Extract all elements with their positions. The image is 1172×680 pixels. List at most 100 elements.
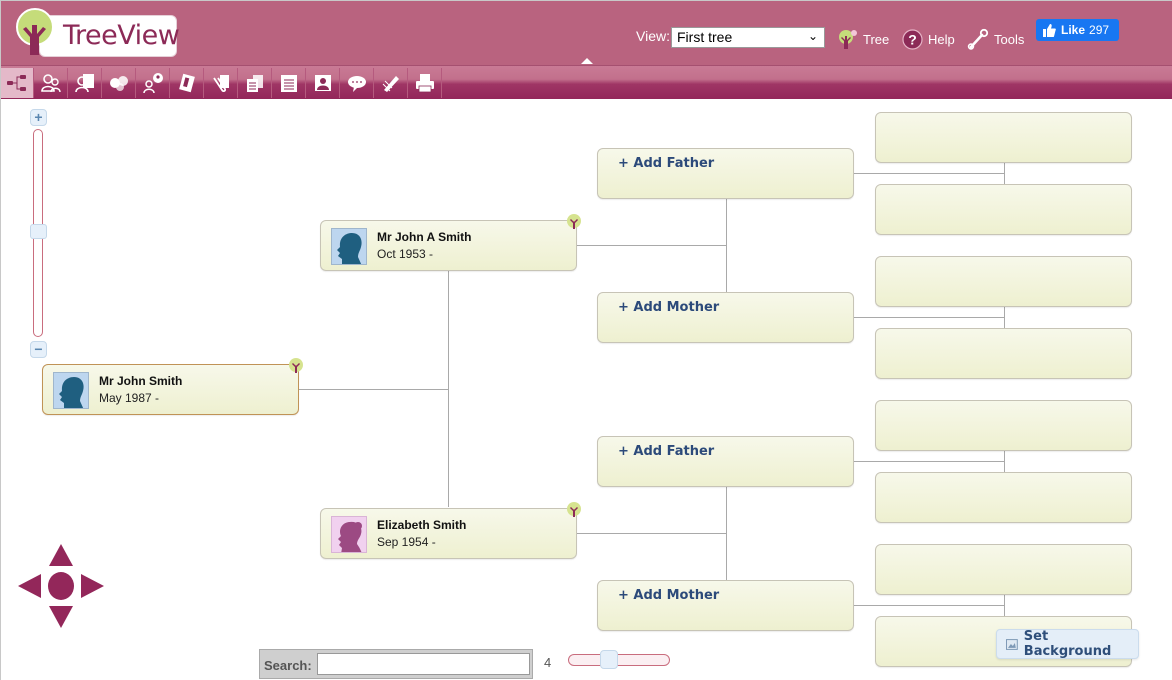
person-dates: Oct 1953 -	[377, 247, 434, 261]
connector-line	[854, 173, 1004, 174]
toolbar-people[interactable]	[35, 68, 68, 98]
tree-badge-icon[interactable]	[288, 358, 304, 374]
connector-line	[854, 317, 1004, 318]
connector-line	[1004, 451, 1005, 472]
empty-ancestor-slot[interactable]	[875, 328, 1132, 379]
toolbar-tree-chart[interactable]	[1, 68, 34, 98]
chevron-down-icon: ⌄	[807, 29, 818, 43]
notepad-icon	[281, 75, 297, 92]
add-paternal-grandfather[interactable]: + Add Father	[597, 148, 854, 199]
help-link[interactable]: ? Help	[902, 27, 955, 51]
person-name: Mr John A Smith	[377, 230, 472, 244]
toolbar-families[interactable]	[103, 68, 136, 98]
toolbar-print[interactable]	[409, 68, 442, 98]
view-select[interactable]: First tree ⌄	[671, 27, 825, 48]
facebook-like-button[interactable]: Like 297	[1036, 19, 1119, 41]
toolbar-documents[interactable]	[239, 68, 272, 98]
help-link-label: Help	[928, 31, 955, 47]
connector-line	[726, 199, 727, 292]
toolbar-notes[interactable]	[273, 68, 306, 98]
connector-line	[854, 461, 1004, 462]
header-bar: TreeView View: First tree ⌄ Tree ? Help	[1, 1, 1172, 65]
pan-center-icon[interactable]	[48, 572, 74, 600]
set-background-label: Set Background	[1023, 629, 1112, 659]
toolbar-comments[interactable]	[341, 68, 374, 98]
empty-ancestor-slot[interactable]	[875, 112, 1132, 163]
printer-icon	[416, 74, 434, 93]
tools-link[interactable]: Tools	[967, 27, 1024, 51]
set-background-button[interactable]: Set Background	[996, 629, 1139, 659]
media-icon	[179, 73, 195, 93]
add-maternal-grandmother[interactable]: + Add Mother	[597, 580, 854, 631]
connector-line	[726, 487, 727, 580]
families-icon	[110, 76, 128, 91]
tree-logo-icon	[16, 8, 54, 55]
pan-left-icon[interactable]	[18, 574, 41, 598]
treeview-logo[interactable]: TreeView	[13, 7, 180, 59]
toolbar-media[interactable]	[171, 68, 204, 98]
view-label: View:	[636, 28, 670, 44]
tree-canvas[interactable]: Mr John Smith May 1987 - Mr John A Smith…	[1, 99, 1172, 680]
connector-line	[299, 389, 448, 390]
thumbs-up-icon	[1043, 23, 1056, 37]
paperclip-icon	[213, 75, 229, 92]
add-maternal-grandfather[interactable]: + Add Father	[597, 436, 854, 487]
person-dates: May 1987 -	[99, 391, 160, 405]
person-card-father[interactable]: Mr John A Smith Oct 1953 -	[320, 214, 581, 271]
toolbar-attachments[interactable]	[205, 68, 238, 98]
tools-link-label: Tools	[994, 31, 1025, 47]
add-mother-label: + Add Mother	[618, 588, 720, 603]
add-mother-label: + Add Mother	[618, 300, 720, 315]
zoom-out-button[interactable]: −	[30, 341, 47, 358]
connector-line	[1004, 307, 1005, 328]
tree-link[interactable]: Tree	[836, 27, 889, 51]
tree-chart-icon	[7, 75, 26, 91]
female-silhouette-icon	[331, 516, 367, 553]
svg-text:?: ?	[908, 31, 917, 47]
tree-icon	[839, 30, 857, 49]
male-silhouette-icon	[331, 228, 367, 265]
generations-slider-track[interactable]	[568, 654, 670, 666]
toolbar-edit[interactable]	[375, 68, 408, 98]
search-panel: Search:	[259, 649, 533, 679]
empty-ancestor-slot[interactable]	[875, 400, 1132, 451]
view-select-value: First tree	[677, 29, 733, 45]
help-icon: ?	[902, 28, 923, 50]
logo-text: TreeView	[63, 20, 180, 51]
add-father-label: + Add Father	[618, 156, 715, 171]
toolbar-person-details[interactable]	[69, 68, 102, 98]
pan-right-icon[interactable]	[81, 574, 104, 598]
toolbar-add-person[interactable]	[137, 68, 170, 98]
person-name: Mr John Smith	[99, 374, 183, 388]
portrait-icon	[315, 75, 331, 91]
like-label: Like	[1061, 23, 1086, 37]
person-card-root[interactable]: Mr John Smith May 1987 -	[42, 358, 303, 415]
empty-ancestor-slot[interactable]	[875, 256, 1132, 307]
like-count: 297	[1089, 23, 1110, 37]
search-input[interactable]	[317, 653, 530, 675]
person-dates: Sep 1954 -	[377, 535, 436, 549]
speech-bubble-icon	[348, 76, 366, 92]
zoom-slider-handle[interactable]	[30, 223, 47, 239]
add-father-label: + Add Father	[618, 444, 715, 459]
search-label: Search:	[264, 658, 312, 673]
empty-ancestor-slot[interactable]	[875, 472, 1132, 523]
zoom-in-button[interactable]: +	[30, 109, 47, 126]
tree-badge-icon[interactable]	[566, 502, 582, 518]
connector-line	[1004, 595, 1005, 616]
connector-line	[448, 269, 449, 507]
generations-slider-handle[interactable]	[600, 650, 619, 669]
pan-control	[18, 544, 104, 628]
treeview-app: TreeView View: First tree ⌄ Tree ? Help	[0, 0, 1172, 680]
empty-ancestor-slot[interactable]	[875, 184, 1132, 235]
connector-line	[1004, 163, 1005, 184]
empty-ancestor-slot[interactable]	[875, 544, 1132, 595]
tree-badge-icon[interactable]	[566, 214, 582, 230]
toolbar-portrait[interactable]	[307, 68, 340, 98]
add-paternal-grandmother[interactable]: + Add Mother	[597, 292, 854, 343]
add-person-icon	[143, 73, 163, 94]
pan-down-icon[interactable]	[49, 606, 73, 628]
person-card-mother[interactable]: Elizabeth Smith Sep 1954 -	[320, 502, 581, 559]
documents-icon	[247, 75, 263, 92]
pan-up-icon[interactable]	[49, 544, 73, 566]
